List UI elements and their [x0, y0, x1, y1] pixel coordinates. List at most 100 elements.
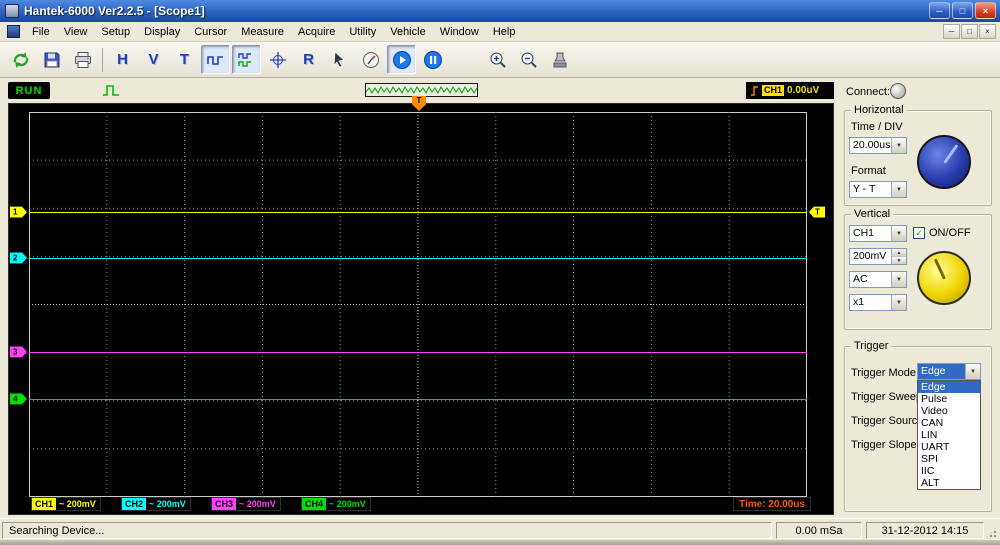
menu-item-display[interactable]: Display: [137, 24, 187, 40]
waveform-mode-button[interactable]: [201, 45, 230, 74]
trigger-mode-select[interactable]: Edge ▼: [917, 363, 981, 380]
chevron-down-icon[interactable]: ▼: [891, 182, 906, 197]
trigger-mode-option-lin[interactable]: LIN: [918, 429, 980, 441]
menu-item-file[interactable]: File: [25, 24, 57, 40]
menu-item-help[interactable]: Help: [486, 24, 523, 40]
channel-onoff-checkbox[interactable]: ✓: [913, 227, 925, 239]
probe-value: x1: [850, 295, 891, 310]
menu-item-cursor[interactable]: Cursor: [187, 24, 234, 40]
format-select[interactable]: Y - T ▼: [849, 181, 907, 198]
horizontal-group: Horizontal Time / DIV 20.00us ▼ Format Y…: [844, 110, 992, 206]
trigger-level-marker[interactable]: T: [809, 207, 825, 218]
pause-button[interactable]: [418, 45, 447, 74]
status-message-panel: Searching Device...: [2, 522, 772, 539]
title-bar: Hantek-6000 Ver2.2.5 - [Scope1] ─ □ ×: [0, 0, 1000, 22]
toolbar-separator: [102, 48, 103, 72]
horizontal-panel-button[interactable]: H: [108, 45, 137, 74]
record-preview-strip[interactable]: [365, 83, 478, 97]
sample-rate: 0.00 mSa: [795, 525, 842, 537]
chevron-down-icon[interactable]: ▼: [965, 364, 980, 379]
time-div-select[interactable]: 20.00us ▼: [849, 137, 907, 154]
knob-pointer: [933, 258, 945, 279]
spinner-down-icon[interactable]: ▼: [892, 257, 906, 264]
connect-indicator[interactable]: [890, 83, 906, 99]
ch1-badge[interactable]: CH1 ~ 200mV: [31, 497, 101, 511]
trigger-mode-option-edge[interactable]: Edge: [918, 381, 980, 393]
mdi-restore-button[interactable]: □: [961, 24, 978, 39]
ch2-badge-volts: ~ 200mV: [149, 499, 186, 509]
window-bottom-edge: [0, 540, 1000, 545]
print-button[interactable]: [68, 45, 97, 74]
trigger-mode-option-uart[interactable]: UART: [918, 441, 980, 453]
horizontal-letter: H: [117, 51, 128, 68]
probe-select[interactable]: x1 ▼: [849, 294, 907, 311]
timebase-value: Time: 20.00us: [739, 499, 805, 510]
zoom-out-button[interactable]: [514, 45, 543, 74]
zoom-in-button[interactable]: [483, 45, 512, 74]
menu-bar: File View Setup Display Cursor Measure A…: [0, 22, 1000, 42]
resize-grip[interactable]: [985, 526, 998, 539]
trigger-mode-option-can[interactable]: CAN: [918, 417, 980, 429]
menu-item-utility[interactable]: Utility: [342, 24, 383, 40]
knob-pointer: [943, 144, 958, 164]
cursor-tool-button[interactable]: [325, 45, 354, 74]
spinner-up-icon[interactable]: ▲: [892, 249, 906, 257]
ch4-badge[interactable]: CH4 ~ 200mV: [301, 497, 371, 511]
chevron-down-icon[interactable]: ▼: [891, 295, 906, 310]
dual-waveform-button[interactable]: [232, 45, 261, 74]
trigger-mode-option-alt[interactable]: ALT: [918, 477, 980, 489]
trigger-panel-button[interactable]: T: [170, 45, 199, 74]
save-button[interactable]: [37, 45, 66, 74]
ch3-badge[interactable]: CH3 ~ 200mV: [211, 497, 281, 511]
trigger-mode-option-spi[interactable]: SPI: [918, 453, 980, 465]
crosshair-icon: [268, 50, 288, 70]
trigger-mode-option-iic[interactable]: IIC: [918, 465, 980, 477]
volts-div-value: 200mV: [850, 249, 891, 264]
chevron-down-icon[interactable]: ▼: [891, 138, 906, 153]
ch2-badge[interactable]: CH2 ~ 200mV: [121, 497, 191, 511]
ch2-marker[interactable]: 2: [10, 252, 27, 263]
ch3-marker[interactable]: 3: [10, 346, 27, 357]
chevron-down-icon[interactable]: ▼: [891, 226, 906, 241]
mdi-minimize-button[interactable]: ─: [943, 24, 960, 39]
maximize-button[interactable]: □: [952, 2, 973, 19]
vertical-group-legend: Vertical: [851, 208, 893, 220]
ch4-trace: [29, 399, 807, 400]
mdi-close-button[interactable]: ×: [979, 24, 996, 39]
graticule: 1 2 3 4 T: [29, 112, 807, 497]
minimize-button[interactable]: ─: [929, 2, 950, 19]
refresh-button[interactable]: [6, 45, 35, 74]
trigger-group-legend: Trigger: [851, 340, 891, 352]
trigger-mode-option-pulse[interactable]: Pulse: [918, 393, 980, 405]
trigger-mode-option-video[interactable]: Video: [918, 405, 980, 417]
pause-icon: [423, 50, 443, 70]
run-button[interactable]: [387, 45, 416, 74]
xy-mode-button[interactable]: [263, 45, 292, 74]
measure-gauge-icon: [361, 50, 381, 70]
trigger-mode-label: Trigger Mode: [851, 367, 916, 379]
measure-button[interactable]: [356, 45, 385, 74]
menu-item-vehicle[interactable]: Vehicle: [383, 24, 432, 40]
horizontal-knob[interactable]: [917, 135, 971, 189]
vertical-panel-button[interactable]: V: [139, 45, 168, 74]
ch4-marker[interactable]: 4: [10, 393, 27, 404]
vertical-knob[interactable]: [917, 251, 971, 305]
menu-item-window[interactable]: Window: [433, 24, 486, 40]
ch3-badge-label: CH3: [212, 498, 236, 510]
menu-item-view[interactable]: View: [57, 24, 95, 40]
coupling-select[interactable]: AC ▼: [849, 271, 907, 288]
chevron-down-icon[interactable]: ▼: [891, 272, 906, 287]
menu-item-setup[interactable]: Setup: [94, 24, 137, 40]
square-wave-icon: [206, 50, 226, 70]
close-button[interactable]: ×: [975, 2, 996, 19]
menu-item-acquire[interactable]: Acquire: [291, 24, 342, 40]
trigger-source-label: Trigger Source: [851, 415, 923, 427]
scope-display: 1 2 3 4 T CH1 ~ 200mV CH2 ~ 200mV CH3 ~ …: [8, 103, 834, 515]
reference-button[interactable]: R: [294, 45, 323, 74]
channel-select[interactable]: CH1 ▼: [849, 225, 907, 242]
menu-item-measure[interactable]: Measure: [234, 24, 291, 40]
volts-div-spinner[interactable]: 200mV ▲ ▼: [849, 248, 907, 265]
ch1-marker[interactable]: 1: [10, 207, 27, 218]
dual-wave-icon: [237, 50, 257, 70]
self-calibration-button[interactable]: [545, 45, 574, 74]
